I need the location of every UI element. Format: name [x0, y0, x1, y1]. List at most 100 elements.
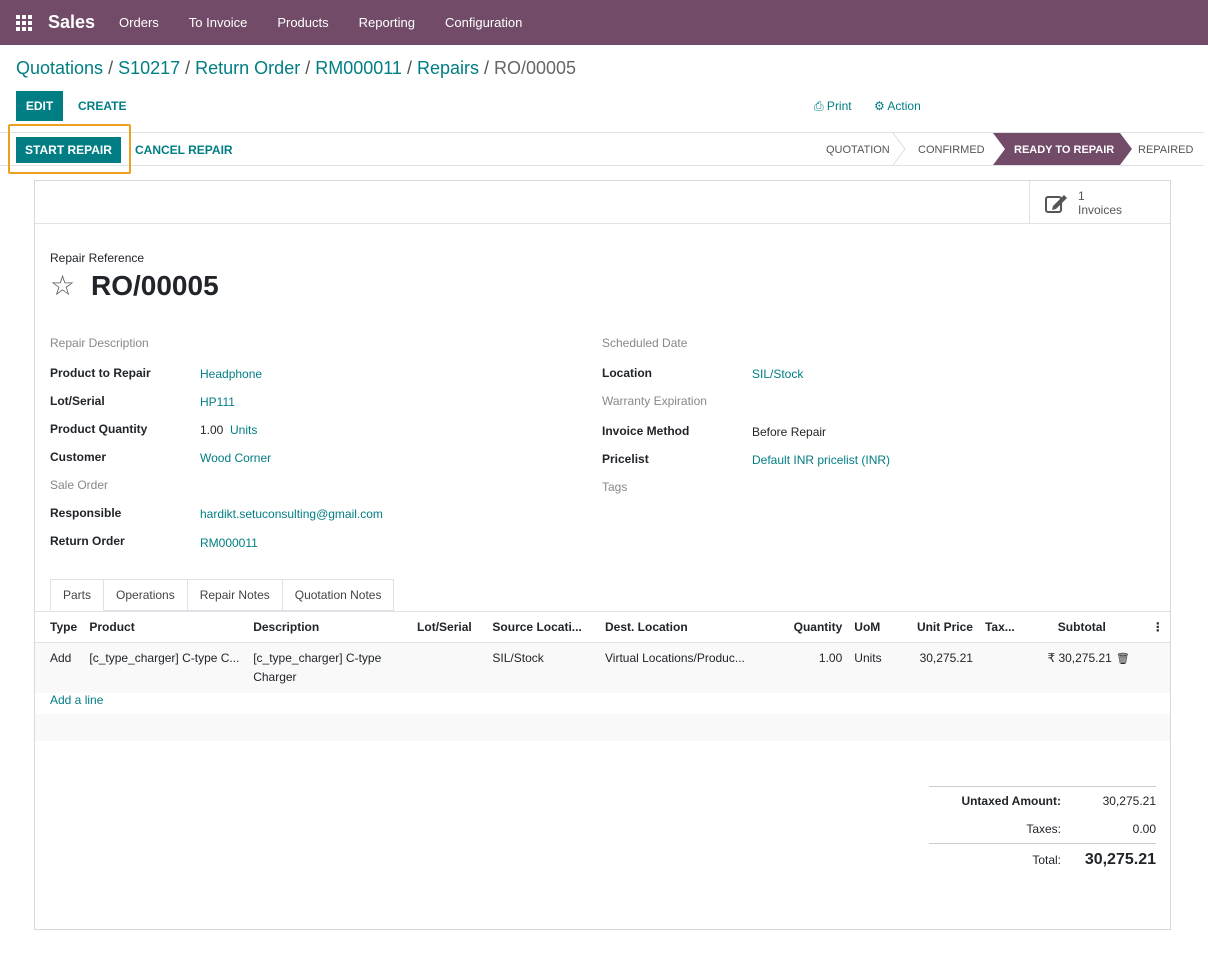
cancel-repair-button[interactable]: CANCEL REPAIR	[135, 143, 233, 157]
menu-orders[interactable]: Orders	[119, 15, 159, 30]
taxes-value: 0.00	[1132, 822, 1156, 836]
tab-repair-notes[interactable]: Repair Notes	[187, 579, 283, 611]
breadcrumb-current: RO/00005	[494, 58, 577, 78]
pencil-square-icon	[1045, 194, 1067, 213]
taxes-label: Taxes:	[1026, 822, 1061, 836]
cell-product: [c_type_charger] C-type C...	[89, 650, 240, 665]
app-name[interactable]: Sales	[48, 12, 95, 33]
product-to-repair-link[interactable]: Headphone	[200, 367, 262, 381]
untaxed-row: Untaxed Amount: 30,275.21	[929, 787, 1156, 815]
table-header-row: Type Product Description Lot/Serial Sour…	[35, 612, 1170, 643]
start-repair-button[interactable]: START REPAIR	[16, 137, 121, 163]
tab-quotation-notes[interactable]: Quotation Notes	[282, 579, 395, 611]
pricelist-label: Pricelist	[602, 452, 649, 466]
total-label: Total:	[1032, 852, 1061, 867]
return-order-link[interactable]: RM000011	[200, 536, 258, 550]
product-uom-link[interactable]: Units	[230, 423, 257, 437]
stage-quotation[interactable]: QUOTATION	[826, 144, 890, 156]
stage-repaired[interactable]: REPAIRED	[1138, 144, 1193, 156]
col-description[interactable]: Description	[247, 612, 412, 643]
cell-type: Add	[50, 650, 72, 665]
col-uom[interactable]: UoM	[848, 612, 911, 643]
action-button[interactable]: ⚙ Action	[874, 99, 921, 113]
sale-order-label: Sale Order	[50, 478, 109, 492]
invoices-smart-button[interactable]: 1 Invoices	[1029, 181, 1170, 224]
add-line-link[interactable]: Add a line	[50, 693, 103, 707]
location-link[interactable]: SIL/Stock	[752, 367, 803, 381]
breadcrumb: Quotations / S10217/Return Order / RM000011/…	[16, 58, 577, 78]
stage-confirmed[interactable]: CONFIRMED	[918, 144, 985, 156]
stage-pipeline: QUOTATION CONFIRMED READY TO REPAIR REPA…	[826, 133, 1193, 165]
repair-reference-label: Repair Reference	[50, 251, 145, 265]
print-button[interactable]: ⎙ Print	[814, 99, 852, 114]
product-quantity-value: 1.00	[200, 423, 224, 437]
location-label: Location	[602, 366, 652, 380]
customer-link[interactable]: Wood Corner	[200, 451, 271, 465]
invoices-count: 1	[1078, 188, 1085, 203]
totals-summary: Untaxed Amount: 30,275.21 Taxes: 0.00 To…	[929, 786, 1156, 875]
lot-serial-label: Lot/Serial	[50, 394, 105, 408]
cell-uom: Units	[854, 650, 882, 665]
breadcrumb-repairs[interactable]: Repairs	[417, 58, 479, 78]
total-value: 30,275.21	[1084, 850, 1156, 868]
empty-row	[35, 714, 1170, 741]
invoices-label: Invoices	[1078, 202, 1123, 217]
trash-icon[interactable]: 🗑	[1116, 653, 1130, 665]
total-row: Total: 30,275.21	[929, 843, 1156, 875]
star-icon[interactable]: ☆	[50, 269, 75, 303]
untaxed-label: Untaxed Amount:	[961, 794, 1061, 808]
stage-divider-1	[892, 133, 906, 165]
pricelist-link[interactable]: Default INR pricelist (INR)	[752, 453, 890, 467]
cell-quantity: 1.00	[818, 650, 843, 665]
menu-products[interactable]: Products	[277, 15, 328, 30]
breadcrumb-quotations[interactable]: Quotations	[16, 58, 103, 78]
cell-description: [c_type_charger] C-type Charger	[253, 650, 382, 684]
tab-operations[interactable]: Operations	[104, 579, 188, 611]
breadcrumb-return-order[interactable]: Return Order	[195, 58, 300, 78]
menu-to-invoice[interactable]: To Invoice	[189, 15, 248, 30]
cell-dest-location: Virtual Locations/Produc...	[605, 650, 745, 665]
create-button[interactable]: CREATE	[78, 99, 126, 113]
parts-table: Type Product Description Lot/Serial Sour…	[35, 611, 1170, 693]
responsible-label: Responsible	[50, 506, 122, 520]
stage-ready-to-repair[interactable]: READY TO REPAIR	[1014, 144, 1114, 156]
product-to-repair-label: Product to Repair	[50, 366, 151, 380]
col-quantity[interactable]: Quantity	[777, 612, 849, 643]
tab-parts[interactable]: Parts	[50, 579, 105, 611]
column-options-icon[interactable]: ⋮	[1145, 612, 1170, 643]
cell-subtotal-wrap: ₹ 30,275.21 🗑	[1035, 642, 1146, 693]
invoice-method-value: Before Repair	[752, 425, 827, 439]
repair-description-label: Repair Description	[50, 336, 149, 350]
repair-reference-title: RO/00005	[91, 270, 219, 301]
table-row[interactable]: Add [c_type_charger] C-type C... [c_type…	[35, 642, 1170, 693]
cell-source-location: SIL/Stock	[492, 650, 544, 665]
col-dest-location[interactable]: Dest. Location	[599, 612, 778, 643]
top-navbar: Sales Orders To Invoice Products Reporti…	[0, 0, 1208, 45]
breadcrumb-order[interactable]: S10217	[118, 58, 180, 78]
customer-label: Customer	[50, 450, 107, 464]
warranty-expiration-label: Warranty Expiration	[602, 394, 707, 408]
menu-configuration[interactable]: Configuration	[445, 15, 522, 30]
tags-label: Tags	[602, 480, 628, 494]
breadcrumb-return-ref[interactable]: RM000011	[315, 58, 402, 78]
edit-button[interactable]: EDIT	[16, 91, 63, 121]
lot-serial-link[interactable]: HP111	[200, 395, 235, 409]
apps-menu-icon[interactable]	[16, 14, 32, 31]
col-type[interactable]: Type	[35, 612, 84, 643]
button-box: 1 Invoices	[35, 181, 1170, 224]
col-subtotal[interactable]: Subtotal	[1035, 612, 1146, 643]
notebook-tabs: Parts Operations Repair Notes Quotation …	[50, 579, 395, 611]
responsible-link[interactable]: hardikt.setuconsulting@gmail.com	[200, 507, 383, 521]
untaxed-value: 30,275.21	[1102, 794, 1156, 808]
taxes-row: Taxes: 0.00	[929, 815, 1156, 843]
cell-lot-serial	[411, 642, 486, 693]
col-product[interactable]: Product	[83, 612, 248, 643]
col-taxes[interactable]: Tax...	[978, 612, 1036, 643]
col-lot-serial[interactable]: Lot/Serial	[411, 612, 487, 643]
col-unit-price[interactable]: Unit Price	[910, 612, 979, 643]
invoice-method-label: Invoice Method	[602, 424, 690, 438]
form-sheet: 1 Invoices Repair Reference ☆ RO/00005 R…	[34, 180, 1171, 930]
menu-reporting[interactable]: Reporting	[359, 15, 415, 30]
col-source-location[interactable]: Source Locati...	[486, 612, 599, 643]
return-order-label: Return Order	[50, 534, 125, 548]
